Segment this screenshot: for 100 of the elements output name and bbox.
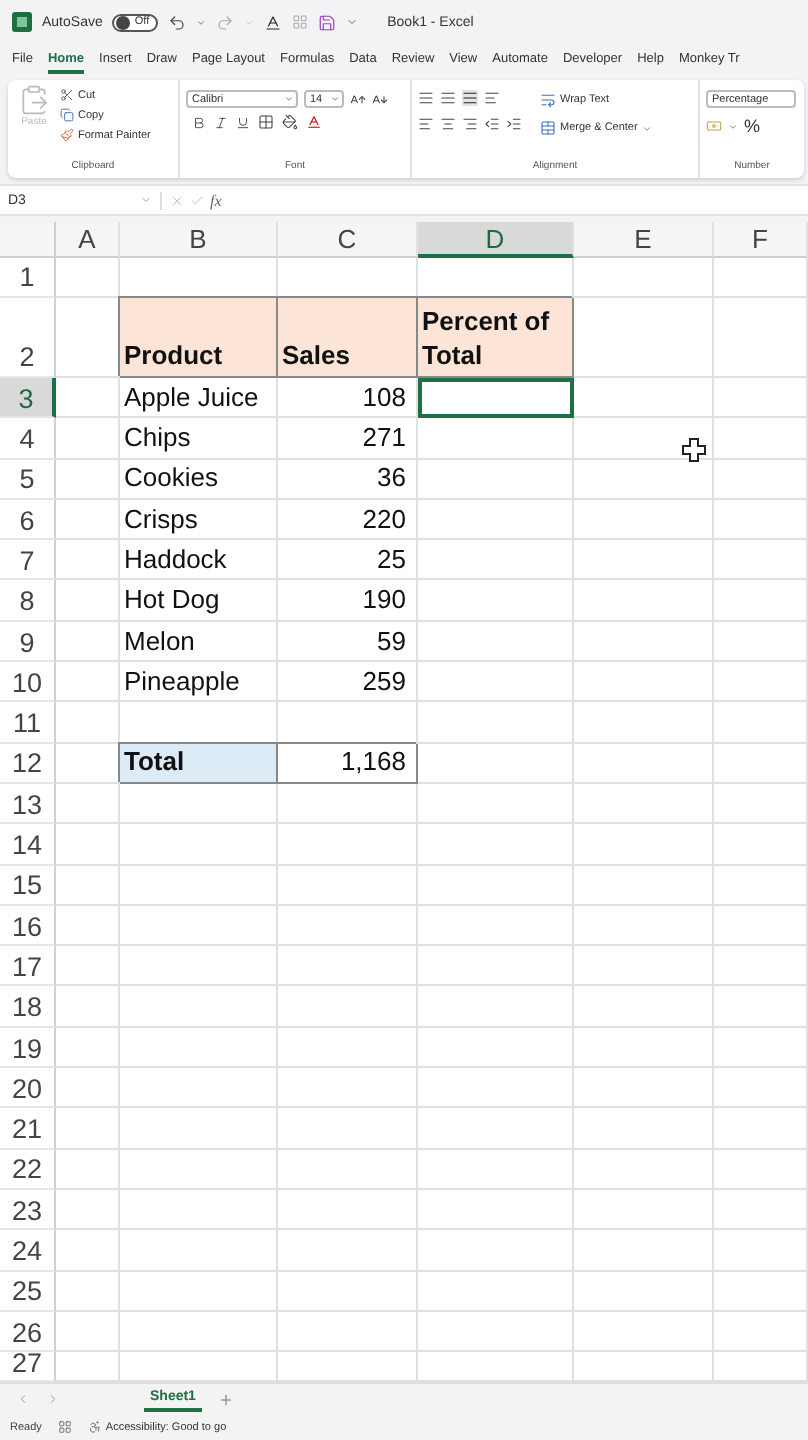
row-header[interactable]: 26 — [0, 1311, 56, 1353]
merge-cells-icon — [540, 120, 556, 136]
clipboard-icon — [18, 84, 50, 116]
row-header[interactable]: 3 — [0, 378, 56, 419]
align-middle-icon[interactable] — [440, 90, 456, 106]
column-header[interactable]: D — [418, 222, 574, 258]
borders-icon[interactable] — [258, 114, 274, 130]
enter-icon[interactable] — [190, 193, 204, 207]
table-cell: Apple Juice — [120, 378, 278, 419]
align-bottom-icon[interactable] — [462, 90, 478, 106]
caret-icon[interactable] — [195, 17, 206, 27]
row-header[interactable]: 18 — [0, 986, 56, 1028]
italic-icon[interactable] — [214, 115, 228, 129]
table-cell: 59 — [278, 621, 418, 663]
table-cell: 259 — [278, 662, 418, 703]
caret-icon — [641, 123, 652, 133]
table-cell: 108 — [278, 378, 418, 419]
row-header[interactable]: 1 — [0, 258, 56, 298]
previous-sheet-icon[interactable] — [16, 1392, 30, 1406]
wrap-text-icon — [540, 92, 556, 108]
paintbrush-icon — [60, 128, 74, 142]
row-header[interactable]: 20 — [0, 1068, 56, 1109]
orientation-icon[interactable] — [484, 90, 500, 106]
table-cell: Total — [120, 743, 278, 784]
align-top-icon[interactable] — [418, 90, 434, 106]
row-header[interactable]: 22 — [0, 1149, 56, 1190]
cross-cursor-icon — [682, 438, 706, 462]
table-cell: 25 — [278, 540, 418, 581]
underline-icon[interactable] — [236, 115, 250, 129]
row-header[interactable]: 16 — [0, 905, 56, 947]
caret-icon — [140, 194, 152, 206]
row-header[interactable]: 12 — [0, 743, 56, 784]
row-header[interactable]: 11 — [0, 702, 56, 744]
font-color-icon[interactable] — [263, 13, 282, 31]
column-header[interactable]: E — [574, 222, 714, 258]
fill-color-icon[interactable] — [282, 114, 298, 130]
table-cell: Crisps — [120, 499, 278, 541]
select-all-button[interactable] — [0, 222, 56, 258]
row-header[interactable]: 13 — [0, 783, 56, 825]
column-header[interactable]: C — [278, 222, 418, 258]
row-header[interactable]: 2 — [0, 298, 56, 378]
table-cell: 190 — [278, 580, 418, 622]
table-cell: 1,168 — [278, 743, 418, 784]
row-header[interactable]: 17 — [0, 946, 56, 987]
increase-font-icon[interactable] — [350, 91, 366, 107]
row-header[interactable]: 4 — [0, 418, 56, 460]
table-cell: 220 — [278, 499, 418, 541]
grid-icon[interactable] — [291, 14, 308, 30]
font-color-icon[interactable] — [306, 114, 322, 130]
align-right-icon[interactable] — [462, 116, 478, 132]
caret-icon[interactable] — [345, 16, 358, 28]
indent-increase-icon[interactable] — [506, 116, 522, 132]
row-header[interactable]: 19 — [0, 1027, 56, 1069]
row-header[interactable]: 24 — [0, 1230, 56, 1272]
row-header[interactable]: 5 — [0, 459, 56, 500]
next-sheet-icon[interactable] — [46, 1392, 60, 1406]
table-cell: Hot Dog — [120, 580, 278, 622]
percent-button[interactable]: % — [744, 116, 761, 136]
row-header[interactable]: 6 — [0, 499, 56, 541]
undo-icon[interactable] — [167, 13, 186, 31]
row-header[interactable]: 7 — [0, 540, 56, 581]
row-header[interactable]: 8 — [0, 580, 56, 622]
row-header[interactable]: 15 — [0, 865, 56, 906]
indent-decrease-icon[interactable] — [484, 116, 500, 132]
add-sheet-icon[interactable] — [217, 1391, 234, 1407]
bold-icon[interactable] — [192, 115, 206, 129]
decrease-font-icon[interactable] — [372, 91, 388, 107]
caret-icon — [330, 94, 340, 104]
table-cell: Sales — [278, 298, 418, 378]
save-icon[interactable] — [317, 13, 336, 31]
table-cell: Chips — [120, 418, 278, 460]
redo-icon[interactable] — [215, 13, 234, 31]
row-header[interactable]: 10 — [0, 662, 56, 703]
table-cell: 271 — [278, 418, 418, 460]
column-header[interactable]: F — [714, 222, 808, 258]
cancel-icon[interactable] — [170, 193, 184, 207]
insert-function-button[interactable]: fx — [210, 191, 222, 209]
macro-icon[interactable] — [57, 1420, 72, 1434]
row-header[interactable]: 9 — [0, 621, 56, 663]
copy-icon — [60, 108, 74, 122]
align-center-icon[interactable] — [440, 116, 456, 132]
row-header[interactable]: 27 — [0, 1352, 56, 1382]
caret-icon[interactable] — [243, 17, 254, 27]
column-header[interactable]: B — [120, 222, 278, 258]
selected-cell[interactable] — [418, 378, 574, 419]
caret-icon — [284, 94, 294, 104]
row-header[interactable]: 14 — [0, 824, 56, 866]
currency-icon[interactable] — [706, 118, 722, 134]
app-logo-icon — [12, 12, 32, 32]
row-header[interactable]: 23 — [0, 1189, 56, 1231]
table-cell: Haddock — [120, 540, 278, 581]
table-cell: Percent of Total — [418, 298, 574, 378]
row-header[interactable]: 25 — [0, 1271, 56, 1312]
table-cell: Cookies — [120, 459, 278, 500]
align-left-icon[interactable] — [418, 116, 434, 132]
row-header[interactable]: 21 — [0, 1108, 56, 1150]
column-header[interactable]: A — [56, 222, 120, 258]
scissors-icon — [60, 88, 74, 102]
caret-icon[interactable] — [728, 121, 738, 131]
table-cell: 36 — [278, 459, 418, 500]
